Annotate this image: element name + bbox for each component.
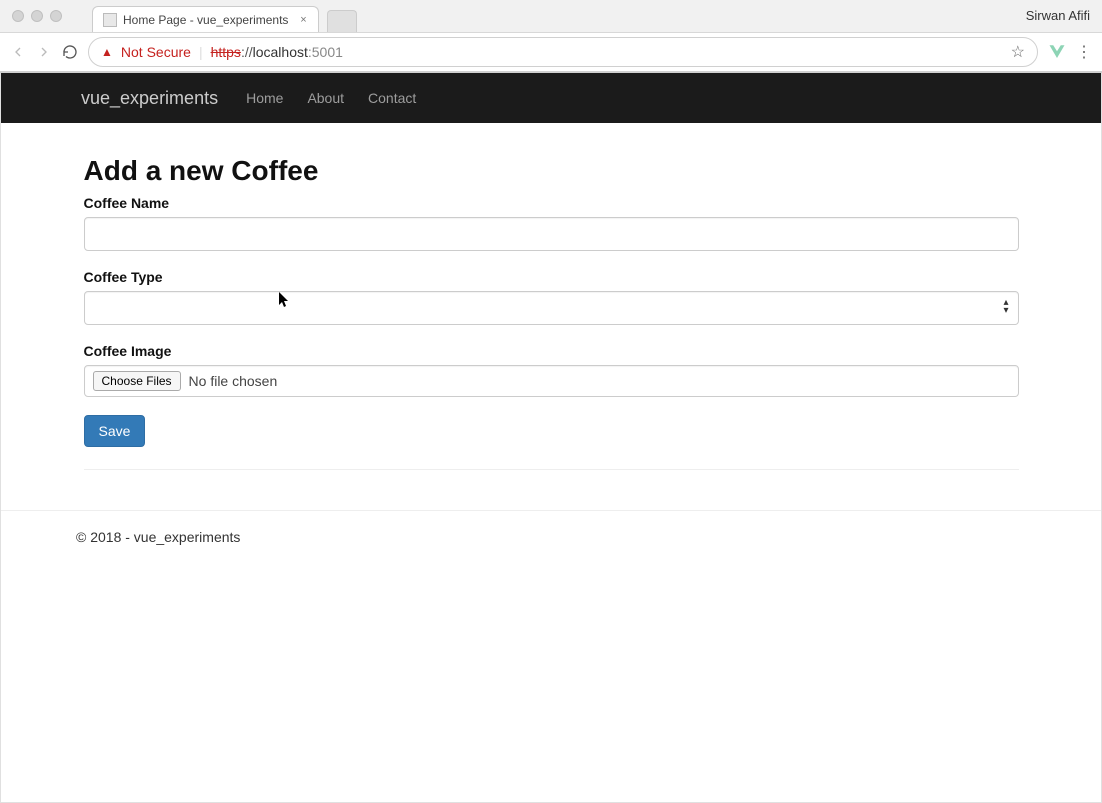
navbar: vue_experiments Home About Contact	[1, 73, 1101, 123]
actions: Save	[84, 415, 1019, 447]
choose-files-button[interactable]: Choose Files	[93, 371, 181, 391]
reload-icon	[62, 44, 78, 60]
coffee-name-label: Coffee Name	[84, 195, 1019, 211]
browser-chrome: Home Page - vue_experiments × Sirwan Afi…	[0, 0, 1102, 73]
file-status-text: No file chosen	[189, 373, 278, 389]
reload-button[interactable]	[62, 44, 78, 60]
url-text: https://localhost:5001	[211, 44, 343, 60]
coffee-name-input[interactable]	[84, 217, 1019, 251]
close-window-button[interactable]	[12, 10, 24, 22]
file-input-wrapper: Choose Files No file chosen	[84, 365, 1019, 397]
nav-link-contact[interactable]: Contact	[368, 90, 416, 106]
divider: |	[199, 44, 203, 60]
form-divider	[84, 469, 1019, 470]
back-button[interactable]	[10, 44, 26, 60]
navbar-brand[interactable]: vue_experiments	[81, 88, 218, 109]
warning-icon: ▲	[101, 45, 113, 59]
security-status: Not Secure	[121, 44, 191, 60]
field-coffee-type: Coffee Type ▴▾	[84, 269, 1019, 325]
minimize-window-button[interactable]	[31, 10, 43, 22]
footer-text: © 2018 - vue_experiments	[66, 529, 1036, 575]
arrow-left-icon	[10, 44, 26, 60]
vue-devtools-icon[interactable]	[1048, 43, 1066, 61]
nav-link-about[interactable]: About	[307, 90, 344, 106]
favicon-icon	[103, 13, 117, 27]
url-host: localhost	[253, 44, 308, 60]
footer-divider	[1, 510, 1101, 511]
coffee-type-select[interactable]	[84, 291, 1019, 325]
field-coffee-name: Coffee Name	[84, 195, 1019, 251]
nav-link-home[interactable]: Home	[246, 90, 283, 106]
tab-title: Home Page - vue_experiments	[123, 13, 288, 27]
save-button[interactable]: Save	[84, 415, 146, 447]
coffee-type-label: Coffee Type	[84, 269, 1019, 285]
url-port: :5001	[308, 44, 343, 60]
profile-label[interactable]: Sirwan Afifi	[1026, 8, 1090, 23]
address-bar[interactable]: ▲ Not Secure | https://localhost:5001 ☆	[88, 37, 1038, 67]
field-coffee-image: Coffee Image Choose Files No file chosen	[84, 343, 1019, 397]
close-tab-icon[interactable]: ×	[298, 15, 308, 25]
page-title: Add a new Coffee	[84, 155, 1019, 187]
toolbar: ▲ Not Secure | https://localhost:5001 ☆ …	[0, 32, 1102, 72]
window-controls	[8, 10, 62, 22]
url-protocol: https	[211, 44, 241, 60]
new-tab-button[interactable]	[327, 10, 357, 32]
tab-bar: Home Page - vue_experiments × Sirwan Afi…	[0, 0, 1102, 32]
coffee-image-label: Coffee Image	[84, 343, 1019, 359]
arrow-right-icon	[36, 44, 52, 60]
forward-button[interactable]	[36, 44, 52, 60]
bookmark-star-icon[interactable]: ☆	[1011, 42, 1025, 62]
main-container: Add a new Coffee Coffee Name Coffee Type…	[74, 123, 1029, 470]
page-content: vue_experiments Home About Contact Add a…	[0, 73, 1102, 803]
maximize-window-button[interactable]	[50, 10, 62, 22]
browser-tab[interactable]: Home Page - vue_experiments ×	[92, 6, 319, 32]
kebab-menu-icon[interactable]: ⋮	[1076, 42, 1092, 62]
